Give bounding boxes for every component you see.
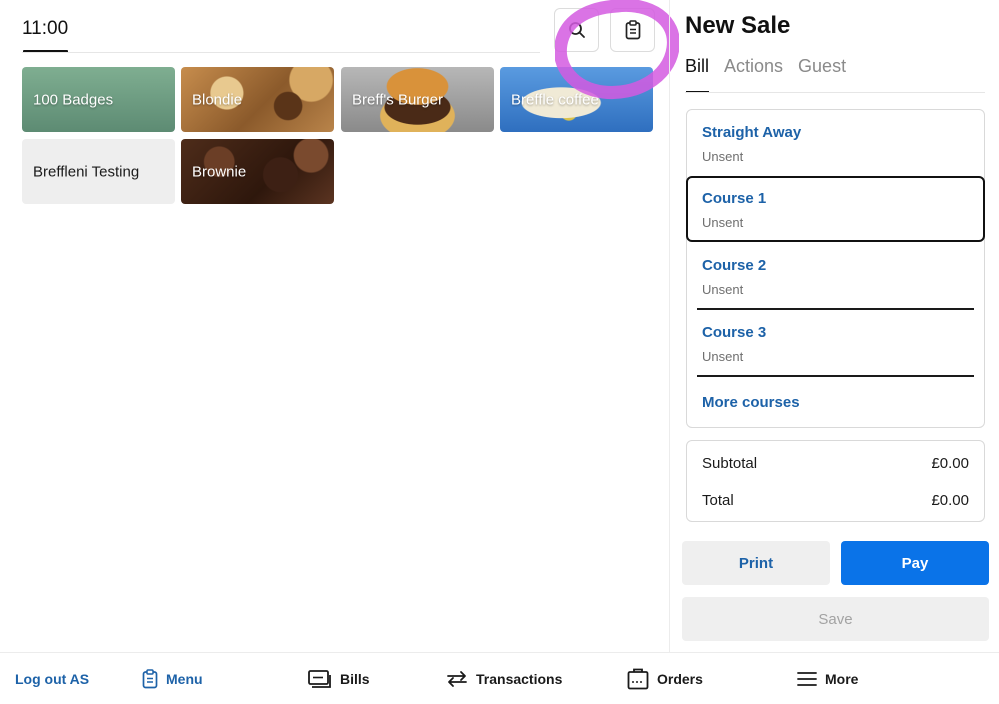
- product-tile-100-badges[interactable]: 100 Badges: [22, 67, 175, 132]
- course-straight-away[interactable]: Straight Away Unsent: [687, 110, 984, 176]
- pay-button[interactable]: Pay: [841, 541, 989, 585]
- nav-item-menu[interactable]: Menu: [142, 653, 203, 704]
- total-value: £0.00: [931, 492, 969, 509]
- product-tile-brownie[interactable]: Brownie: [181, 139, 334, 204]
- course-name: Course 1: [702, 190, 767, 207]
- menu-pane: 11:00 100 Badges Blondie Breff's Burger …: [0, 0, 679, 652]
- subtotal-label: Subtotal: [702, 455, 758, 472]
- tab-actions[interactable]: Actions: [724, 56, 783, 77]
- tab-bill[interactable]: Bill: [685, 56, 709, 77]
- hamburger-icon: [797, 671, 817, 687]
- tile-label: 100 Badges: [33, 91, 114, 108]
- bills-icon: [308, 669, 332, 689]
- menu-clipboard-icon: [142, 669, 158, 689]
- course-name: Course 3: [702, 324, 767, 341]
- tile-label: Brownie: [192, 163, 247, 180]
- course-status: Unsent: [702, 149, 744, 164]
- save-button[interactable]: Save: [682, 597, 989, 641]
- print-button[interactable]: Print: [682, 541, 830, 585]
- course-name: Course 2: [702, 257, 767, 274]
- nav-item-transactions[interactable]: Transactions: [446, 653, 562, 704]
- nav-label-transactions: Transactions: [476, 671, 563, 687]
- logout-button[interactable]: Log out AS: [15, 653, 89, 704]
- nav-item-more[interactable]: More: [797, 653, 858, 704]
- bill-pane: New Sale Bill Actions Guest Straight Awa…: [669, 0, 999, 652]
- nav-label-menu: Menu: [166, 671, 203, 687]
- search-icon: [568, 21, 586, 39]
- more-courses-link[interactable]: More courses: [702, 394, 800, 411]
- course-status: Unsent: [702, 215, 744, 230]
- bottom-nav: Log out AS Menu Bills Transactions Order…: [0, 652, 999, 704]
- tile-label: Breffle coffee: [511, 91, 599, 108]
- transactions-icon: [446, 669, 468, 689]
- course-1[interactable]: Course 1 Unsent: [686, 176, 985, 242]
- orders-icon: [627, 668, 649, 690]
- course-status: Unsent: [702, 349, 744, 364]
- course-divider: [697, 375, 974, 377]
- courses-card: Straight Away Unsent Course 1 Unsent Cou…: [686, 109, 985, 428]
- total-label: Total: [702, 492, 734, 509]
- nav-label-orders: Orders: [657, 671, 703, 687]
- course-name: Straight Away: [702, 124, 802, 141]
- course-status: Unsent: [702, 282, 744, 297]
- nav-item-orders[interactable]: Orders: [627, 653, 703, 704]
- total-row: Total £0.00: [702, 492, 969, 509]
- search-button[interactable]: [554, 8, 599, 52]
- time-tab[interactable]: 11:00: [22, 18, 68, 40]
- bill-tabs: Bill Actions Guest: [685, 56, 846, 77]
- product-tile-breffle-coffee[interactable]: Breffle coffee: [500, 67, 653, 132]
- subtotal-row: Subtotal £0.00: [702, 455, 969, 472]
- course-3[interactable]: Course 3 Unsent: [687, 310, 984, 376]
- tile-label: Breff's Burger: [352, 91, 443, 108]
- subtotal-value: £0.00: [931, 455, 969, 472]
- page-title: New Sale: [685, 12, 791, 39]
- nav-label-more: More: [825, 671, 859, 687]
- clipboard-button[interactable]: [610, 8, 655, 52]
- tile-label: Breffleni Testing: [33, 163, 140, 180]
- product-tile-blondie[interactable]: Blondie: [181, 67, 334, 132]
- clipboard-icon: [625, 20, 641, 40]
- course-2[interactable]: Course 2 Unsent: [687, 243, 984, 309]
- product-tile-breffs-burger[interactable]: Breff's Burger: [341, 67, 494, 132]
- tab-guest[interactable]: Guest: [798, 56, 846, 77]
- tile-label: Blondie: [192, 91, 243, 108]
- product-tile-breffleni-testing[interactable]: Breffleni Testing: [22, 139, 175, 204]
- totals-card: Subtotal £0.00 Total £0.00: [686, 440, 985, 522]
- logout-label: Log out AS: [15, 671, 90, 687]
- nav-item-bills[interactable]: Bills: [308, 653, 370, 704]
- tabs-divider: [685, 92, 985, 93]
- nav-label-bills: Bills: [340, 671, 370, 687]
- menu-divider: [22, 52, 540, 53]
